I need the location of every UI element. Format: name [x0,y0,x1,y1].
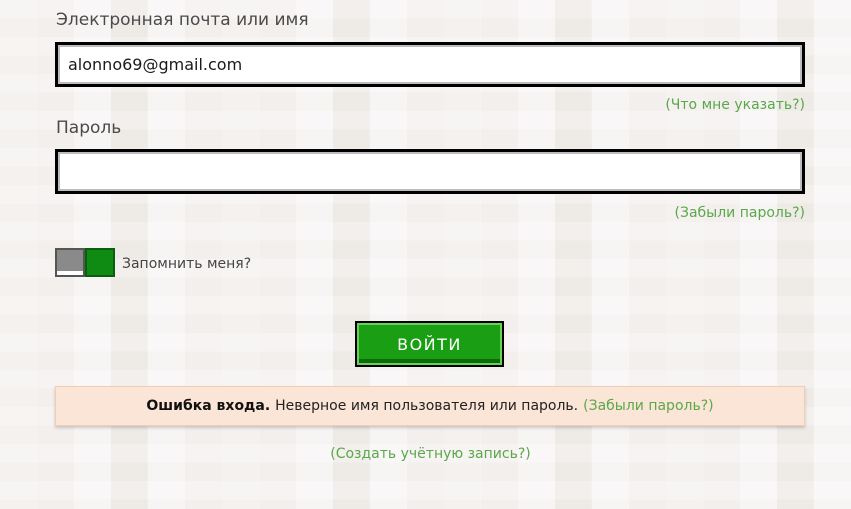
create-account-link[interactable]: (Создать учётную запись?) [0,446,851,462]
what-to-enter-link[interactable]: (Что мне указать?) [665,97,805,113]
remember-me-label: Запомнить меня? [122,256,252,272]
login-error-banner: Ошибка входа. Неверное имя пользователя … [55,386,805,426]
error-title: Ошибка входа. [146,398,271,414]
password-label: Пароль [56,118,122,138]
error-forgot-password-link[interactable]: (Забыли пароль?) [583,398,713,414]
login-button[interactable]: ВОЙТИ [355,321,504,367]
email-label: Электронная почта или имя [56,10,309,30]
password-field[interactable] [55,149,805,194]
toggle-on-segment [85,248,115,277]
toggle-off-segment [55,248,85,277]
email-field[interactable] [55,42,805,87]
forgot-password-link[interactable]: (Забыли пароль?) [675,205,805,221]
remember-me-toggle[interactable] [55,248,115,277]
error-message: Неверное имя пользователя или пароль. [275,398,579,414]
